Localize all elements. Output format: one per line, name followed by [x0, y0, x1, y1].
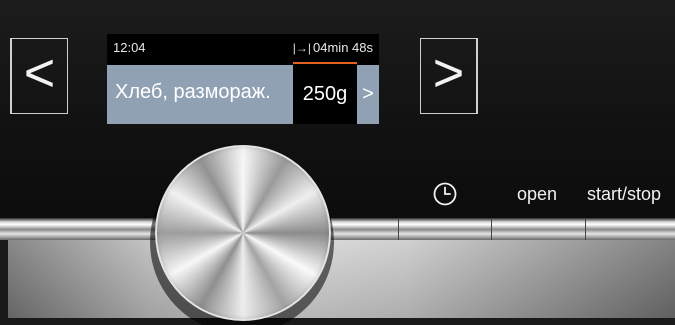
start-stop-button[interactable]: start/stop: [587, 184, 661, 205]
clock-icon[interactable]: [432, 181, 458, 207]
timer-end-icon: |→|: [292, 40, 312, 55]
chrome-trim: [0, 218, 675, 240]
status-bar: 12:04 |→| 04min 48s: [107, 34, 379, 62]
selection-indicator: [293, 62, 357, 64]
prev-button[interactable]: <: [10, 38, 68, 114]
remaining-time-value: 04min 48s: [313, 40, 373, 55]
rotary-knob[interactable]: [155, 145, 331, 321]
clock-time: 12:04: [113, 40, 146, 55]
display-screen: 12:04 |→| 04min 48s Хлеб, размораж. 250g…: [107, 34, 379, 124]
program-name: Хлеб, размораж.: [115, 81, 271, 103]
chevron-right-icon[interactable]: >: [357, 65, 379, 124]
more-arrow-glyph: >: [362, 83, 374, 105]
weight-value-field[interactable]: 250g: [293, 65, 357, 124]
chevron-left-icon: <: [23, 43, 56, 103]
next-button[interactable]: >: [420, 38, 478, 114]
program-selector[interactable]: Хлеб, размораж. 250g >: [107, 65, 379, 124]
remaining-time: |→| 04min 48s: [293, 40, 373, 55]
oven-control-panel: < 12:04 |→| 04min 48s Хлеб, размораж. 25…: [0, 0, 675, 325]
chevron-right-icon: >: [432, 43, 465, 103]
weight-value: 250g: [302, 83, 348, 105]
button-divider: [585, 218, 586, 240]
open-button[interactable]: open: [517, 184, 557, 205]
metal-shading: [0, 240, 675, 325]
panel-edge: [0, 240, 8, 325]
button-divider: [398, 218, 399, 240]
button-divider: [491, 218, 492, 240]
panel-bottom-edge: [0, 318, 675, 325]
